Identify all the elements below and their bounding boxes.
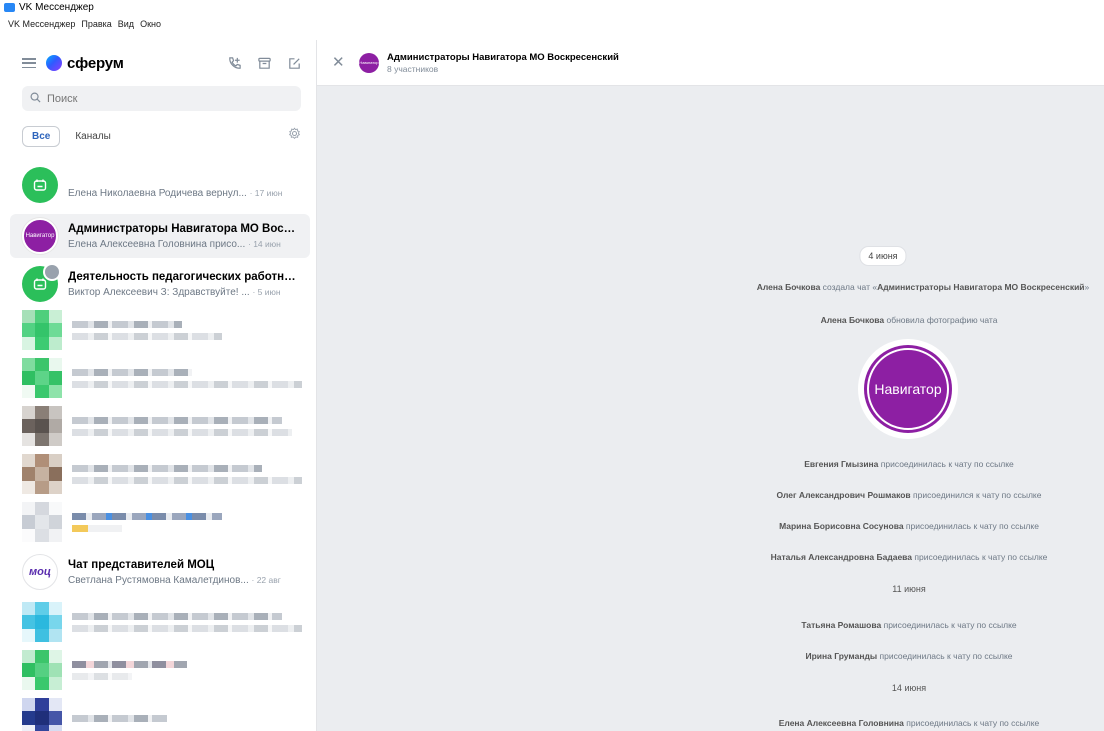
chat-avatar: моц: [22, 554, 58, 590]
chat-text: Администраторы Навигатора МО Воскр... Ел…: [68, 223, 310, 250]
blurred-avatar: [22, 650, 62, 690]
menu-app[interactable]: VK Мессенджер: [8, 19, 75, 29]
chat-photo-image: Навигатор: [864, 345, 952, 433]
chat-preview: Виктор Алексеевич З: Здравствуйте! ... ·…: [68, 286, 281, 298]
filter-channels-tab[interactable]: Каналы: [66, 127, 120, 146]
blurred-text: [72, 412, 292, 441]
chat-avatar: [22, 167, 58, 203]
archive-icon[interactable]: [256, 55, 272, 71]
menu-edit[interactable]: Правка: [81, 19, 111, 29]
list-item-blurred[interactable]: [0, 354, 316, 402]
system-message: Наталья Александровна Бадаева присоедини…: [770, 552, 1048, 562]
menu-window[interactable]: Окно: [140, 19, 161, 29]
chat-header-avatar[interactable]: Навигатор: [359, 52, 379, 73]
sidebar: сферум Все Каналы: [0, 40, 317, 731]
system-message: Татьяна Ромашова присоединилась к чату п…: [801, 620, 1017, 630]
blurred-text: [72, 508, 222, 537]
chat-photo[interactable]: Навигатор: [858, 339, 958, 439]
blurred-text: [72, 364, 302, 393]
chat-preview: Светлана Рустямовна Камалетдинов... · 22…: [68, 574, 281, 586]
chat-title: Чат представителей МОЦ: [68, 558, 215, 571]
search-icon: [30, 90, 41, 108]
system-message: Марина Борисовна Сосунова присоединилась…: [779, 521, 1039, 531]
list-item-blurred[interactable]: [0, 498, 316, 546]
call-badge-icon: [43, 263, 61, 281]
filter-settings-icon[interactable]: [288, 127, 301, 145]
chat-text: Елена Николаевна Родичева вернул... · 17…: [68, 184, 316, 199]
chat-header-subtitle: 8 участников: [387, 63, 439, 74]
message-feed: 4 июня Алена Бочкова создала чат «Админи…: [317, 86, 1104, 731]
search-bar[interactable]: [22, 86, 301, 111]
list-item-active[interactable]: Навигатор Администраторы Навигатора МО В…: [10, 214, 310, 258]
top-actions: [226, 55, 302, 71]
close-icon[interactable]: ✕: [332, 55, 345, 70]
blurred-avatar: [22, 310, 62, 350]
brand-name: сферум: [67, 54, 124, 72]
date-separator: 14 июня: [891, 683, 927, 693]
sidebar-topbar: сферум: [0, 40, 316, 86]
blurred-text: [72, 460, 302, 489]
search-input[interactable]: [45, 91, 289, 106]
list-item-blurred[interactable]: [0, 598, 316, 646]
chat-text: Деятельность педагогических работник... …: [68, 271, 316, 298]
blurred-text: [72, 608, 302, 637]
chat-preview: Елена Алексеевна Головнина присо... · 14…: [68, 238, 281, 250]
blurred-avatar: [22, 358, 62, 398]
sferum-logo-icon: [46, 55, 62, 71]
chat-header: ✕ Навигатор Администраторы Навигатора МО…: [317, 40, 1104, 86]
list-item[interactable]: Деятельность педагогических работник... …: [0, 262, 316, 306]
list-item-blurred[interactable]: [0, 402, 316, 450]
chat-list: Елена Николаевна Родичева вернул... · 17…: [0, 167, 316, 731]
menu-view[interactable]: Вид: [118, 19, 134, 29]
chat-title: Администраторы Навигатора МО Воскр...: [68, 222, 300, 235]
list-item-blurred[interactable]: [0, 694, 316, 731]
window-title: VK Мессенджер: [19, 1, 94, 13]
system-message: Ирина Груманды присоединилась к чату по …: [805, 651, 1013, 661]
list-item-blurred[interactable]: [0, 450, 316, 498]
blurred-text: [72, 710, 167, 727]
chat-photo-label: Навигатор: [867, 348, 949, 430]
chat-filters: Все Каналы: [0, 111, 316, 148]
list-item-blurred[interactable]: [0, 306, 316, 354]
app-window: сферум Все Каналы: [0, 40, 1104, 731]
blurred-avatar: [22, 602, 62, 642]
chat-pane: ✕ Навигатор Администраторы Навигатора МО…: [317, 40, 1104, 731]
system-message: Евгения Гмызина присоединилась к чату по…: [804, 459, 1014, 469]
system-message: Алена Бочкова обновила фотографию чата: [820, 315, 998, 325]
chat-preview: Елена Николаевна Родичева вернул... · 17…: [68, 188, 283, 199]
system-message: Олег Александрович Рошмаков присоединилс…: [776, 490, 1042, 500]
menu-icon[interactable]: [22, 58, 36, 68]
app-icon: [4, 2, 15, 12]
blurred-avatar: [22, 406, 62, 446]
call-add-icon[interactable]: [226, 55, 242, 71]
window-titlebar: VK Мессенджер: [0, 0, 1104, 14]
chat-header-title: Администраторы Навигатора МО Воскресенск…: [387, 51, 619, 63]
blurred-avatar: [22, 454, 62, 494]
list-item[interactable]: моц Чат представителей МОЦ Светлана Руст…: [0, 550, 316, 594]
blurred-text: [72, 316, 222, 345]
system-message: Алена Бочкова создала чат «Администратор…: [756, 282, 1090, 292]
chat-title: Деятельность педагогических работник...: [68, 270, 300, 283]
list-item[interactable]: Елена Николаевна Родичева вернул... · 17…: [0, 167, 316, 203]
menubar: VK Мессенджер Правка Вид Окно: [0, 14, 1104, 33]
blurred-avatar: [22, 698, 62, 731]
compose-icon[interactable]: [286, 55, 302, 71]
system-message: Елена Алексеевна Головнина присоединилас…: [778, 718, 1040, 728]
date-separator: 4 июня: [859, 246, 907, 266]
chat-avatar: Навигатор: [22, 218, 58, 254]
blurred-avatar: [22, 502, 62, 542]
date-separator: 11 июня: [892, 584, 926, 594]
chat-text: Чат представителей МОЦ Светлана Рустямов…: [68, 559, 316, 586]
list-item-blurred[interactable]: [0, 646, 316, 694]
filter-all-tab[interactable]: Все: [22, 125, 61, 147]
chat-avatar: [22, 263, 61, 302]
blurred-text: [72, 656, 187, 685]
chat-header-info[interactable]: Администраторы Навигатора МО Воскресенск…: [387, 52, 619, 74]
